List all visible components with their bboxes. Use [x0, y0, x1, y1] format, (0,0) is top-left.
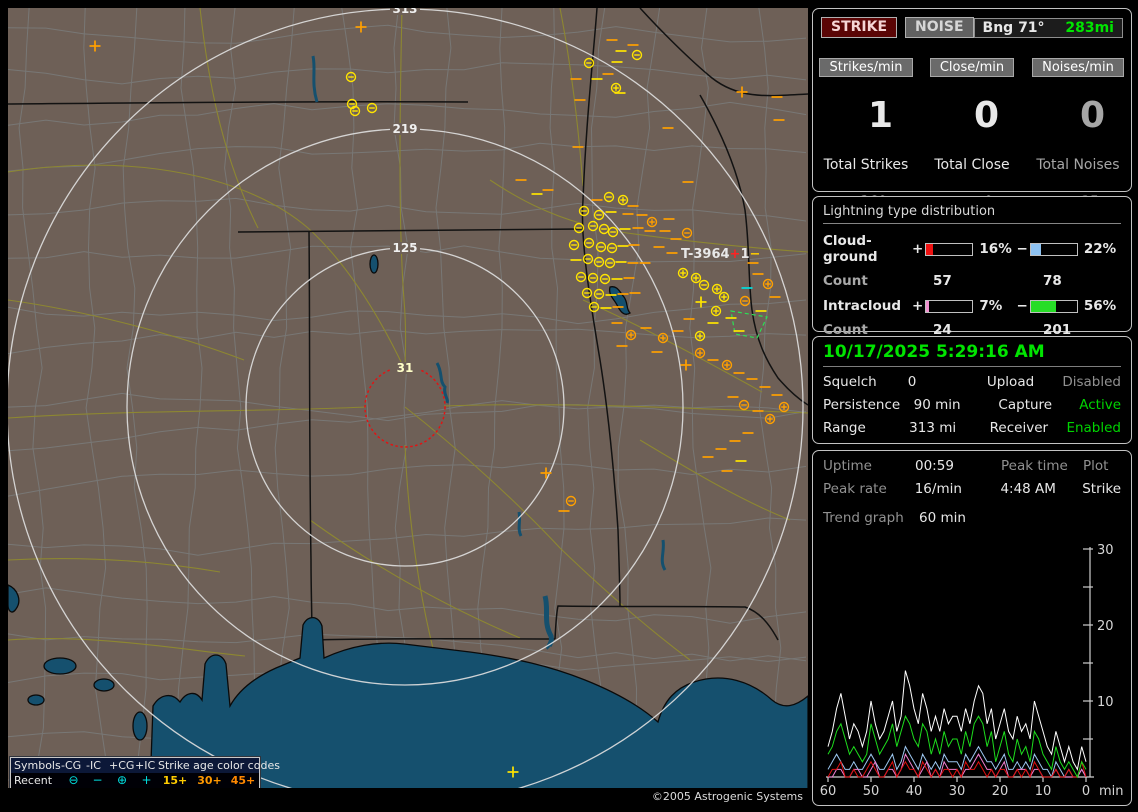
cg-positive-count: 57 — [933, 273, 952, 289]
trend-chart: 10 20 30 60 50 40 30 20 10 0 min — [816, 539, 1128, 801]
trend-y-tick-label: 20 — [1097, 619, 1114, 634]
legend-age-code: 15+ — [162, 774, 188, 787]
copyright-text: ©2005 Astrogenic Systems — [8, 788, 808, 806]
squelch-value: 0 — [907, 374, 917, 390]
close-rate: 0 — [973, 95, 999, 136]
legend-header: Strike age color codes — [158, 759, 280, 772]
trend-x-tick-label: 60 — [820, 784, 837, 799]
persistence-label: Persistence — [823, 397, 901, 413]
trend-x-tick-label: 0 — [1082, 784, 1090, 799]
trend-y-tick-label: 10 — [1097, 695, 1114, 710]
legend-age-code: 30+ — [197, 774, 222, 787]
peak-time-value: 4:48 AM — [1000, 481, 1056, 497]
lightning-map[interactable]: 313 219 125 31 T-3964+1− Symbols -CG -IC +CG +IC… — [8, 8, 808, 806]
strikes-per-min-header: Strikes/min — [819, 58, 913, 77]
status-panel: 10/17/2025 5:29:16 AM Squelch 0 Upload D… — [812, 336, 1132, 444]
plot-label: Plot — [1083, 458, 1109, 474]
cg-negative-bar — [1029, 242, 1078, 256]
cg-negative-pct: 22% — [1083, 241, 1117, 257]
ring-label: 125 — [392, 241, 417, 255]
trend-x-tick-label: 50 — [863, 784, 880, 799]
trend-x-tick-label: 10 — [1035, 784, 1052, 799]
ic-negative-bar — [1029, 299, 1078, 313]
uptime-label: Uptime — [823, 458, 872, 474]
capture-label: Capture — [998, 397, 1053, 413]
cg-positive-bar — [925, 242, 974, 256]
counters-panel: STRIKE NOISE Bng 71° 283mi Strikes/min C… — [812, 8, 1132, 210]
strikes-rate: 1 — [867, 95, 893, 136]
minus-sign: − — [1016, 241, 1028, 257]
trend-graph-label: Trend graph — [823, 510, 904, 526]
legend-cg-neg-symbol: ⊖ — [68, 773, 79, 787]
bearing-distance: 283mi — [1065, 19, 1114, 36]
legend-age-code: 45+ — [230, 774, 256, 787]
ring-label: 31 — [397, 361, 414, 375]
trend-x-tick-label: 20 — [992, 784, 1009, 799]
plot-mode-value: Strike — [1082, 481, 1122, 497]
range-value: 313 mi — [909, 420, 957, 436]
peak-rate-label: Peak rate — [823, 481, 887, 497]
total-close-label: Total Close — [934, 157, 1010, 173]
noises-rate: 0 — [1079, 95, 1105, 136]
legend-header: -CG — [61, 759, 82, 772]
trend-x-tick-label: 30 — [949, 784, 966, 799]
trend-x-unit: min — [1099, 784, 1124, 799]
cg-negative-count: 78 — [1043, 273, 1062, 289]
noises-per-min-header: Noises/min — [1032, 58, 1124, 77]
ring-label: 313 — [392, 8, 417, 16]
total-strikes-label: Total Strikes — [823, 157, 909, 173]
cg-positive-pct: 16% — [979, 241, 1012, 257]
distribution-title: Lightning type distribution — [823, 204, 1121, 224]
plus-sign: + — [912, 298, 924, 314]
bearing-display: Bng 71° 283mi — [973, 17, 1123, 38]
close-per-min-header: Close/min — [929, 58, 1015, 77]
legend-cg-pos-symbol: ⊕ — [116, 773, 128, 787]
distribution-panel: Lightning type distribution Cloud-ground… — [812, 196, 1132, 338]
legend-ic-pos-symbol: + — [141, 773, 152, 787]
trend-x-tick-label: 40 — [906, 784, 923, 799]
bearing-label: Bng 71° — [982, 19, 1045, 36]
upload-label: Upload — [986, 374, 1035, 390]
receiver-status: Enabled — [1066, 420, 1121, 436]
peak-rate-value: 16/min — [914, 481, 962, 497]
receiver-label: Receiver — [989, 420, 1049, 436]
trend-y-tick-label: 30 — [1097, 543, 1114, 558]
range-label: Range — [823, 420, 866, 436]
ic-negative-pct: 56% — [1083, 298, 1117, 314]
cloud-ground-label: Cloud-ground — [823, 233, 878, 265]
capture-status: Active — [1079, 397, 1121, 413]
legend-header: +CG — [109, 759, 135, 772]
squelch-label: Squelch — [823, 374, 877, 390]
ic-positive-pct: 7% — [979, 298, 1003, 314]
uptime-value: 00:59 — [915, 458, 954, 474]
session-panel: Uptime 00:59 Peak time Plot Peak rate 16… — [812, 450, 1132, 806]
plus-sign: + — [912, 241, 924, 257]
legend-header: Symbols — [14, 759, 61, 772]
persistence-value: 90 min — [913, 397, 961, 413]
noise-button[interactable]: NOISE — [905, 17, 974, 38]
map-canvas[interactable]: 313 219 125 31 T-3964+1− — [8, 8, 808, 788]
datetime-display: 10/17/2025 5:29:16 AM — [823, 342, 1121, 367]
app-window: { "toolbar": { "strike_label": "STRIKE",… — [0, 0, 1138, 812]
legend-header: +IC — [135, 759, 156, 772]
upload-status: Disabled — [1062, 374, 1121, 390]
legend-header: -IC — [86, 759, 101, 772]
legend-ic-neg-symbol: − — [92, 773, 103, 787]
ring-label: 219 — [392, 122, 417, 136]
strike-button[interactable]: STRIKE — [821, 17, 898, 38]
ic-positive-bar — [925, 299, 974, 313]
legend-row-label: Recent — [14, 774, 53, 787]
trend-graph-value: 60 min — [919, 510, 966, 526]
intracloud-label: Intracloud — [823, 298, 902, 314]
minus-sign: − — [1016, 298, 1028, 314]
storm-cell-label: T-3964+1− — [681, 247, 760, 262]
peak-time-label: Peak time — [1001, 458, 1068, 474]
total-noises-label: Total Noises — [1036, 157, 1120, 173]
cg-count-label: Count — [823, 273, 868, 289]
